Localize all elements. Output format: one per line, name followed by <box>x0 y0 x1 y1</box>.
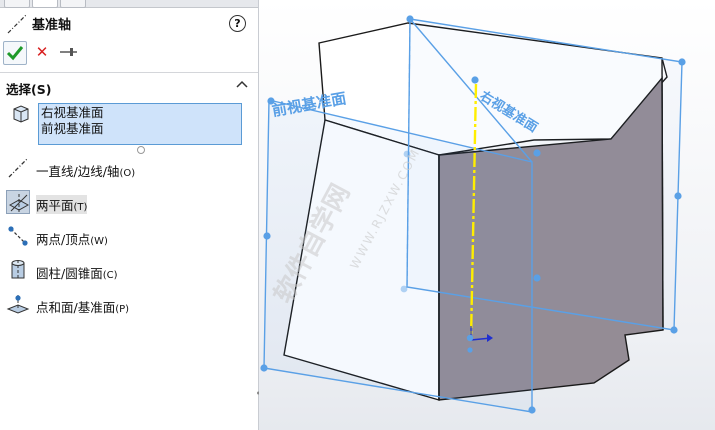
plane-handle[interactable] <box>533 274 541 282</box>
two-points-icon <box>8 226 28 246</box>
ok-button[interactable] <box>3 41 27 65</box>
point-plane-icon <box>6 295 30 314</box>
origin-point[interactable] <box>466 334 474 342</box>
tab-feature-manager[interactable] <box>4 0 30 8</box>
property-manager-panel: 基准轴 ? ✕ 选择(S) 右视基准面 前视基准面 一直线/边线/轴(O) 两平… <box>0 0 260 430</box>
cylinder-icon <box>11 260 25 280</box>
option-shortcut: (P) <box>115 304 130 315</box>
graphics-viewport[interactable]: 前视基准面 右视基准面 软件自学网 WWW.RJZXW.COM <box>259 0 715 430</box>
plane-handle[interactable] <box>674 192 682 200</box>
option-cylinder-cone[interactable]: 圆柱/圆锥面(C) <box>6 258 256 284</box>
plane-handle[interactable] <box>471 76 479 84</box>
line-axis-icon <box>8 158 28 178</box>
panel-title: 基准轴 <box>32 18 72 33</box>
option-shortcut: (O) <box>119 168 136 179</box>
model-view[interactable]: 前视基准面 右视基准面 软件自学网 WWW.RJZXW.COM <box>259 0 715 430</box>
pin-button[interactable] <box>58 44 78 60</box>
option-shortcut: (C) <box>102 270 118 281</box>
chevron-up-icon[interactable] <box>236 79 248 89</box>
panel-header: 基准轴 ? <box>6 12 250 36</box>
option-label: 两点/顶点 <box>36 232 91 247</box>
option-label: 一直线/边线/轴 <box>36 164 120 179</box>
selection-section-header[interactable]: 选择(S) <box>0 72 258 97</box>
plane-handle[interactable] <box>533 149 541 157</box>
datum-axis-icon <box>7 14 27 34</box>
option-label: 点和面/基准面 <box>36 300 116 315</box>
list-resize-grip[interactable] <box>137 146 145 154</box>
plane-handle[interactable] <box>260 364 268 372</box>
plane-handle[interactable] <box>670 326 678 334</box>
pushpin-icon <box>60 48 77 56</box>
selection-item[interactable]: 右视基准面 <box>41 105 239 121</box>
option-shortcut: (T) <box>73 202 88 213</box>
plane-handle[interactable] <box>400 285 408 293</box>
option-point-plane[interactable]: 点和面/基准面(P) <box>6 292 256 318</box>
tab-property-manager[interactable] <box>32 0 58 8</box>
section-title: 选择(S) <box>6 82 52 97</box>
selection-item[interactable]: 前视基准面 <box>41 121 239 137</box>
option-line-edge-axis[interactable]: 一直线/边线/轴(O) <box>6 156 256 182</box>
option-shortcut: (W) <box>90 236 108 247</box>
panel-tab-strip <box>0 0 258 8</box>
option-two-planes[interactable]: 两平面(T) <box>6 190 256 216</box>
reference-entity-icon <box>13 105 29 123</box>
origin-point[interactable] <box>467 347 473 353</box>
tab-configuration-manager[interactable] <box>60 0 86 8</box>
two-planes-icon <box>6 190 30 214</box>
plane-handle[interactable] <box>263 232 271 240</box>
right-plane-outline[interactable] <box>406 18 683 331</box>
selection-list-box[interactable]: 右视基准面 前视基准面 <box>38 103 242 145</box>
plane-handle[interactable] <box>678 58 686 66</box>
help-button[interactable]: ? <box>229 15 246 32</box>
option-label: 两平面 <box>36 198 74 213</box>
option-label: 圆柱/圆锥面 <box>36 266 103 281</box>
checkmark-icon <box>6 46 24 61</box>
cancel-button[interactable]: ✕ <box>33 43 51 61</box>
plane-handle[interactable] <box>406 15 414 23</box>
option-two-points[interactable]: 两点/顶点(W) <box>6 224 256 250</box>
plane-handle[interactable] <box>528 406 536 414</box>
